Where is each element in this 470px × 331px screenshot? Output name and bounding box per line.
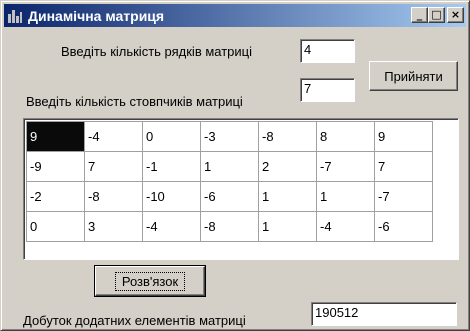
- matrix-cell[interactable]: -9: [26, 151, 85, 182]
- main-window: Динамічна матриця _ □ × Введіть кількіст…: [0, 0, 470, 331]
- maximize-button[interactable]: □: [428, 7, 445, 23]
- matrix-row: 0 3 -4 -8 1 -4 -6: [26, 211, 433, 242]
- matrix-cell[interactable]: 1: [200, 151, 259, 182]
- matrix-cell[interactable]: 7: [84, 151, 143, 182]
- matrix-cell[interactable]: 2: [258, 151, 317, 182]
- matrix-cell[interactable]: 8: [316, 121, 375, 152]
- matrix-cell[interactable]: -10: [142, 181, 201, 212]
- matrix-cell[interactable]: -7: [374, 181, 433, 212]
- matrix-cell[interactable]: 0: [26, 211, 85, 242]
- rows-label: Введіть кількість рядків матриці: [61, 44, 253, 59]
- close-button[interactable]: ×: [447, 7, 464, 23]
- matrix-cell[interactable]: 9: [374, 121, 433, 152]
- cols-label: Введіть кількість стовпчиків матриці: [26, 94, 243, 109]
- matrix-cell[interactable]: 1: [258, 211, 317, 242]
- matrix-grid[interactable]: 9 -4 0 -3 -8 8 9 -9 7 -1 1 2 -7 7 -2 -8 -10 -6 1 1 -7 0 3 -4 -8 1…: [23, 118, 459, 260]
- minimize-button[interactable]: _: [411, 7, 428, 23]
- matrix-cell[interactable]: -7: [316, 151, 375, 182]
- minimize-icon: _: [416, 8, 423, 21]
- matrix-row: -2 -8 -10 -6 1 1 -7: [26, 181, 433, 212]
- matrix-cell[interactable]: -6: [200, 181, 259, 212]
- accept-button[interactable]: Прийняти: [369, 61, 458, 91]
- window-title: Динамічна матриця: [28, 7, 165, 24]
- matrix-cell[interactable]: -8: [258, 121, 317, 152]
- maximize-icon: □: [431, 8, 442, 21]
- solve-button[interactable]: Розв'язок: [94, 265, 206, 297]
- matrix-cell[interactable]: 3: [84, 211, 143, 242]
- matrix-cell[interactable]: 7: [374, 151, 433, 182]
- matrix-cell[interactable]: -2: [26, 181, 85, 212]
- matrix-table[interactable]: 9 -4 0 -3 -8 8 9 -9 7 -1 1 2 -7 7 -2 -8 -10 -6 1 1 -7 0 3 -4 -8 1…: [26, 121, 433, 242]
- close-icon: ×: [450, 8, 461, 21]
- app-icon: [7, 8, 23, 24]
- result-label: Добуток додатних елементів матриці: [23, 313, 246, 328]
- cols-input[interactable]: 7: [300, 78, 355, 102]
- matrix-cell[interactable]: -3: [200, 121, 259, 152]
- matrix-cell[interactable]: -1: [142, 151, 201, 182]
- matrix-row: -9 7 -1 1 2 -7 7: [26, 151, 433, 182]
- rows-input[interactable]: 4: [300, 39, 355, 63]
- matrix-cell[interactable]: -8: [84, 181, 143, 212]
- matrix-cell[interactable]: -4: [316, 211, 375, 242]
- result-field[interactable]: 190512: [311, 302, 457, 326]
- matrix-row: 9 -4 0 -3 -8 8 9: [26, 121, 433, 152]
- matrix-cell[interactable]: 1: [258, 181, 317, 212]
- matrix-cell[interactable]: -4: [142, 211, 201, 242]
- matrix-cell[interactable]: -4: [84, 121, 143, 152]
- solve-button-label: Розв'язок: [114, 271, 186, 291]
- title-bar[interactable]: Динамічна матриця _ □ ×: [4, 4, 466, 27]
- matrix-cell[interactable]: -6: [374, 211, 433, 242]
- matrix-cell[interactable]: 1: [316, 181, 375, 212]
- matrix-cell[interactable]: -8: [200, 211, 259, 242]
- matrix-cell[interactable]: 0: [142, 121, 201, 152]
- matrix-cell[interactable]: 9: [26, 121, 85, 152]
